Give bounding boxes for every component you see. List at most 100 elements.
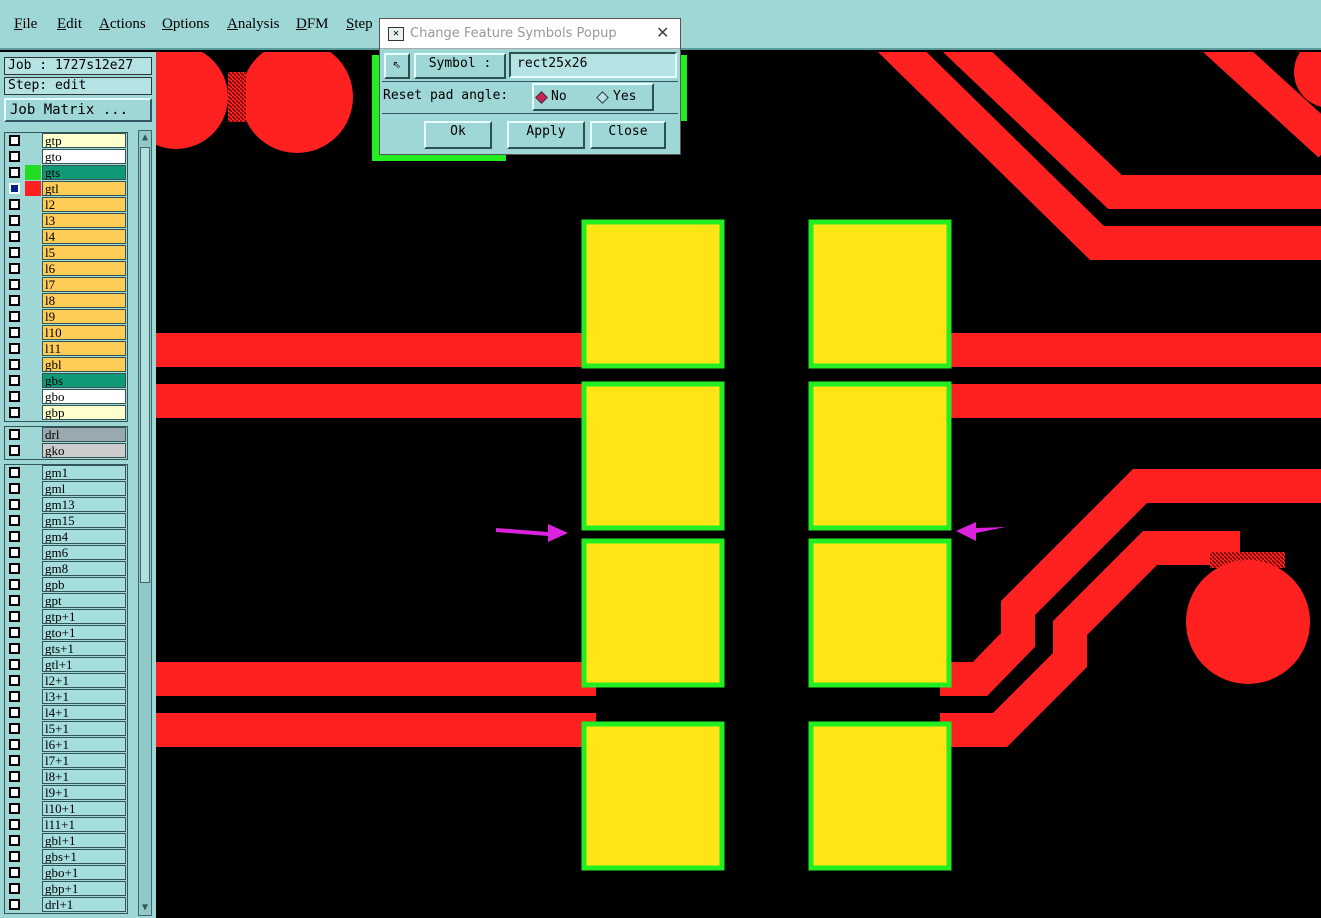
layer-name[interactable]: gto [42,149,126,164]
layer-list-scrollbar[interactable]: ▲ ▼ [138,130,152,916]
layer-checkbox[interactable] [9,819,20,830]
layer-row[interactable]: l10+1 [5,801,127,816]
layer-checkbox[interactable] [9,375,20,386]
layer-name[interactable]: l6+1 [42,737,126,752]
layer-color-swatch[interactable] [25,309,41,324]
layer-color-swatch[interactable] [25,181,41,196]
layer-checkbox[interactable] [9,675,20,686]
layer-row[interactable]: gm1 [5,465,127,480]
layer-name[interactable]: gbo [42,389,126,404]
trace[interactable] [156,333,596,367]
layer-color-swatch[interactable] [25,721,41,736]
layer-name[interactable]: l2+1 [42,673,126,688]
layer-checkbox[interactable] [9,151,20,162]
layer-row[interactable]: l6+1 [5,737,127,752]
radio-no[interactable] [535,91,548,104]
layer-checkbox[interactable] [9,167,20,178]
layer-color-swatch[interactable] [25,443,41,458]
layer-color-swatch[interactable] [25,561,41,576]
layer-color-swatch[interactable] [25,897,41,912]
layer-name[interactable]: gm6 [42,545,126,560]
via-pad[interactable] [241,52,353,153]
layer-name[interactable]: l7+1 [42,753,126,768]
layer-checkbox[interactable] [9,755,20,766]
layer-color-swatch[interactable] [25,497,41,512]
layer-color-swatch[interactable] [25,753,41,768]
layer-color-swatch[interactable] [25,213,41,228]
menu-step[interactable]: Step [346,16,373,33]
layer-row[interactable]: gml [5,481,127,496]
layer-color-swatch[interactable] [25,833,41,848]
layer-row[interactable]: l10 [5,325,127,340]
smd-pad[interactable] [808,381,952,531]
layer-color-swatch[interactable] [25,705,41,720]
trace[interactable] [156,662,596,696]
layer-color-swatch[interactable] [25,881,41,896]
layer-name[interactable]: gbo+1 [42,865,126,880]
layer-row[interactable]: gko [5,443,127,458]
layer-row[interactable]: gbs+1 [5,849,127,864]
layer-row[interactable]: l7+1 [5,753,127,768]
layer-name[interactable]: gpb [42,577,126,592]
close-icon[interactable]: ✕ [656,23,669,42]
layer-checkbox[interactable] [9,199,20,210]
layer-row[interactable]: gm15 [5,513,127,528]
layer-name[interactable]: l3+1 [42,689,126,704]
layer-name[interactable]: l9 [42,309,126,324]
layer-row[interactable]: l9+1 [5,785,127,800]
layer-row[interactable]: l4 [5,229,127,244]
layer-color-swatch[interactable] [25,849,41,864]
layer-checkbox[interactable] [9,135,20,146]
layer-row[interactable]: l8+1 [5,769,127,784]
layer-checkbox[interactable] [9,327,20,338]
layer-row[interactable]: gm8 [5,561,127,576]
layer-color-swatch[interactable] [25,133,41,148]
layer-name[interactable]: l11 [42,341,126,356]
layer-color-swatch[interactable] [25,625,41,640]
layer-checkbox[interactable] [9,445,20,456]
layer-color-swatch[interactable] [25,149,41,164]
layer-checkbox[interactable] [9,611,20,622]
trace[interactable] [940,384,1321,418]
layer-name[interactable]: gm15 [42,513,126,528]
apply-button[interactable]: Apply [507,121,585,149]
dialog-titlebar[interactable]: ✕ Change Feature Symbols Popup ✕ [380,19,680,49]
layer-color-swatch[interactable] [25,261,41,276]
scroll-thumb[interactable] [140,147,150,583]
layer-row[interactable]: l2 [5,197,127,212]
pcb-graphics[interactable] [156,52,1321,918]
layer-name[interactable]: gtp [42,133,126,148]
menu-actions[interactable]: Actions [99,16,146,33]
layer-color-swatch[interactable] [25,801,41,816]
layer-name[interactable]: gbl [42,357,126,372]
layer-checkbox[interactable] [9,595,20,606]
layer-name[interactable]: gm13 [42,497,126,512]
smd-pad[interactable] [581,219,725,369]
layer-name[interactable]: l6 [42,261,126,276]
layer-checkbox[interactable] [9,231,20,242]
via-pad[interactable] [156,52,228,149]
layer-checkbox[interactable] [9,391,20,402]
layer-name[interactable]: gts+1 [42,641,126,656]
layer-name[interactable]: l11+1 [42,817,126,832]
layer-checkbox[interactable] [9,627,20,638]
layer-name[interactable]: l5+1 [42,721,126,736]
layer-color-swatch[interactable] [25,373,41,388]
smd-pad[interactable] [581,721,725,871]
layer-row[interactable]: gm13 [5,497,127,512]
layer-color-swatch[interactable] [25,657,41,672]
layer-checkbox[interactable] [9,579,20,590]
layer-row[interactable]: l5+1 [5,721,127,736]
layer-row[interactable]: l11 [5,341,127,356]
pick-symbol-button[interactable]: ⇖ [384,53,410,79]
layer-row[interactable]: gbl [5,357,127,372]
layer-row[interactable]: gtp+1 [5,609,127,624]
layer-row[interactable]: gbp [5,405,127,420]
scroll-up-arrow-icon[interactable]: ▲ [139,131,151,145]
layer-color-swatch[interactable] [25,427,41,442]
layer-color-swatch[interactable] [25,689,41,704]
layer-row[interactable]: l7 [5,277,127,292]
layer-color-swatch[interactable] [25,593,41,608]
layer-checkbox[interactable] [9,279,20,290]
menu-analysis[interactable]: Analysis [227,16,280,33]
